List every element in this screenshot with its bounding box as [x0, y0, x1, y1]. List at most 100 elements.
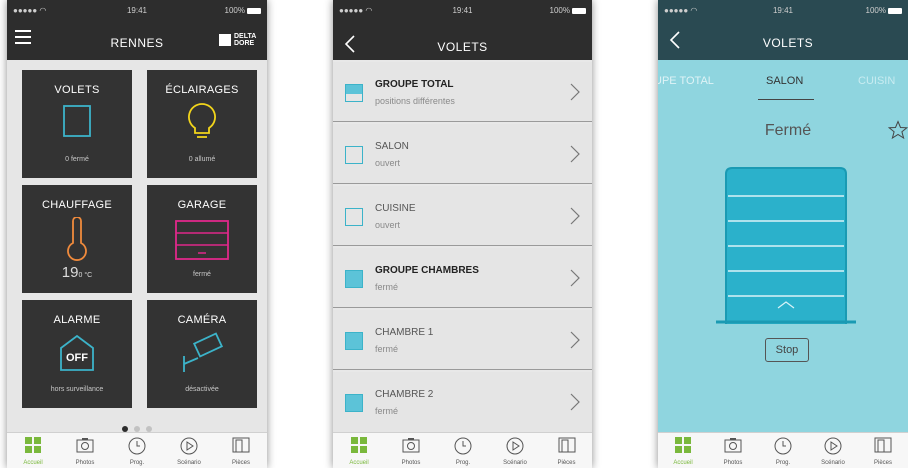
status-bar: ●●●●● ◠ 19:41 100% — [7, 0, 267, 20]
tab-bar: Accueil Photos Prog. Scénario Pièces — [658, 432, 908, 468]
tab-prog[interactable]: Prog. — [437, 433, 489, 468]
tile-volets[interactable]: VOLETS 0 fermé — [22, 70, 132, 178]
top-bar: ●●●●● ◠ 19:41 100% VOLETS — [333, 0, 592, 60]
tab-prog[interactable]: Prog. — [758, 433, 808, 468]
chevron-right-icon — [570, 393, 580, 411]
lightbulb-icon — [188, 103, 216, 138]
tab-photos[interactable]: Photos — [385, 433, 437, 468]
camera-icon — [724, 438, 742, 453]
item-name: GROUPE CHAMBRES — [375, 265, 479, 276]
shutter-state: Fermé — [764, 122, 812, 139]
home-screen: ●●●●● ◠ 19:41 100% RENNES DELTA DORE VOLE… — [7, 0, 267, 468]
item-name: GROUPE TOTAL — [375, 79, 454, 90]
tab-accueil[interactable]: Accueil — [658, 433, 708, 468]
volet-detail-screen: ●●●●● ◠ 19:41 100% VOLETS UPE TOTAL SALO… — [658, 0, 908, 468]
door-icon — [558, 437, 575, 453]
temperature-value: 19 — [61, 264, 79, 281]
list-item[interactable]: GROUPE TOTAL positions différentes — [333, 62, 592, 122]
temperature-unit: 0 °C — [78, 272, 93, 279]
tile-chauffage[interactable]: CHAUFFAGE 190 °C — [22, 185, 132, 293]
battery-indicator: 100% — [866, 6, 902, 15]
battery-icon — [572, 7, 586, 14]
item-state: fermé — [375, 282, 399, 292]
battery-icon — [247, 7, 261, 14]
tab-bar: Accueil Photos Prog. Scénario Pièces — [333, 432, 592, 468]
stop-button[interactable]: Stop — [765, 338, 809, 362]
tab-cuisine[interactable]: CUISIN — [858, 75, 895, 87]
list-item[interactable]: SALON ouvert — [333, 124, 592, 184]
tab-scenario[interactable]: Scénario — [808, 433, 858, 468]
item-name: SALON — [375, 141, 409, 152]
camera-icon — [76, 438, 94, 453]
shutter-closed-icon — [345, 394, 363, 412]
page-title: VOLETS — [762, 36, 814, 50]
tile-status: 0 allumé — [188, 156, 216, 163]
logo-mark-icon — [219, 34, 231, 46]
tab-accueil[interactable]: Accueil — [333, 433, 385, 468]
list-item[interactable]: CHAMBRE 1 fermé — [333, 310, 592, 370]
tile-camera[interactable]: CAMÉRA désactivée — [147, 300, 257, 408]
tab-pieces[interactable]: Pièces — [541, 433, 592, 468]
item-state: positions différentes — [375, 96, 455, 106]
tab-salon[interactable]: SALON — [766, 75, 803, 87]
tab-groupe-total[interactable]: UPE TOTAL — [658, 75, 714, 87]
door-icon — [232, 437, 250, 453]
alarm-off-badge: OFF — [66, 352, 88, 364]
door-icon — [874, 437, 892, 453]
play-icon — [506, 437, 524, 455]
tile-alarme[interactable]: ALARME OFF hors surveillance — [22, 300, 132, 408]
item-name: CHAMBRE 1 — [375, 327, 434, 338]
chevron-right-icon — [570, 145, 580, 163]
shutter-icon — [63, 105, 91, 137]
tab-photos[interactable]: Photos — [708, 433, 758, 468]
tile-status: hors surveillance — [50, 386, 104, 393]
tab-scenario[interactable]: Scénario — [489, 433, 541, 468]
tile-title: CAMÉRA — [177, 314, 227, 326]
chevron-right-icon — [570, 83, 580, 101]
tab-prog[interactable]: Prog. — [111, 433, 163, 468]
shutter-illustration[interactable] — [716, 166, 856, 326]
tab-scenario[interactable]: Scénario — [163, 433, 215, 468]
item-state: ouvert — [375, 158, 401, 168]
home-grid-icon — [25, 437, 41, 453]
tab-pieces[interactable]: Pièces — [215, 433, 267, 468]
item-name: CHAMBRE 2 — [375, 389, 434, 400]
favorite-star-icon[interactable] — [888, 120, 908, 140]
tile-garage[interactable]: GARAGE fermé — [147, 185, 257, 293]
chevron-right-icon — [570, 331, 580, 349]
chevron-right-icon — [570, 269, 580, 287]
list-item[interactable]: CHAMBRE 2 fermé — [333, 372, 592, 432]
status-bar: ●●●●● ◠ 19:41 100% — [333, 0, 592, 20]
shutter-half-icon — [345, 84, 363, 102]
clock-icon — [774, 437, 792, 455]
top-bar: ●●●●● ◠ 19:41 100% RENNES DELTA DORE — [7, 0, 267, 60]
item-name: CUISINE — [375, 203, 416, 214]
active-tab-underline — [758, 99, 814, 100]
shutter-closed-icon — [345, 270, 363, 288]
list-item[interactable]: GROUPE CHAMBRES fermé — [333, 248, 592, 308]
battery-indicator: 100% — [225, 6, 261, 15]
home-grid-icon — [675, 437, 691, 453]
tab-bar: Accueil Photos Prog. Scénario Pièces — [7, 432, 267, 468]
shutter-open-icon — [345, 208, 363, 226]
battery-indicator: 100% — [550, 6, 586, 15]
tab-photos[interactable]: Photos — [59, 433, 111, 468]
tile-title: VOLETS — [54, 84, 100, 96]
thermometer-icon — [67, 217, 87, 261]
tile-title: CHAUFFAGE — [42, 199, 112, 211]
garage-door-icon — [175, 220, 229, 260]
clock-icon — [454, 437, 472, 455]
delta-dore-logo: DELTA DORE — [219, 33, 259, 47]
list-item[interactable]: CUISINE ouvert — [333, 186, 592, 246]
camera-icon — [402, 438, 420, 453]
tile-status: 0 fermé — [65, 156, 89, 163]
tile-title: ÉCLAIRAGES — [165, 84, 239, 96]
chevron-right-icon — [570, 207, 580, 225]
status-bar: ●●●●● ◠ 19:41 100% — [658, 0, 908, 20]
page-title: VOLETS — [437, 40, 488, 54]
tile-eclairages[interactable]: ÉCLAIRAGES 0 allumé — [147, 70, 257, 178]
shutter-closed-icon — [345, 332, 363, 350]
play-icon — [180, 437, 198, 455]
tab-accueil[interactable]: Accueil — [7, 433, 59, 468]
tab-pieces[interactable]: Pièces — [858, 433, 908, 468]
